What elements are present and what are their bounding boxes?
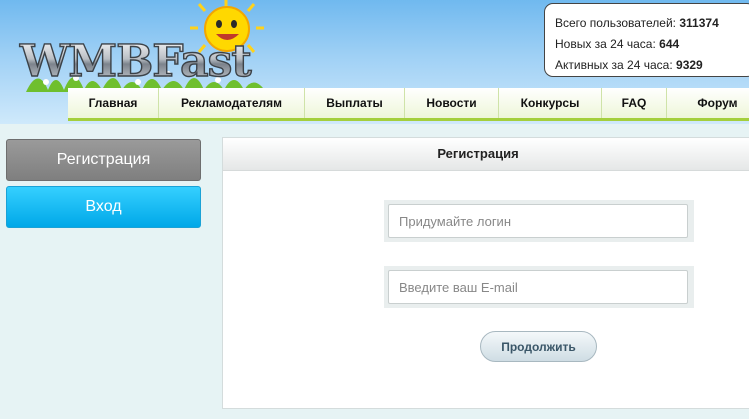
login-input[interactable] <box>388 204 688 238</box>
continue-button[interactable]: Продолжить <box>480 331 597 362</box>
registration-panel: Регистрация Продолжить <box>222 137 749 409</box>
nav-item-contests[interactable]: Конкурсы <box>499 88 602 118</box>
stat-label: Новых за 24 часа: <box>555 37 656 51</box>
sidebar-login-button[interactable]: Вход <box>6 186 201 228</box>
site-header: WMBFast Всего пользователей: 311374 Новы… <box>0 0 749 124</box>
logo-text: WMBFast <box>19 36 252 87</box>
email-input[interactable] <box>388 270 688 304</box>
nav-item-news[interactable]: Новости <box>405 88 499 118</box>
stat-label: Всего пользователей: <box>555 16 677 30</box>
stat-value: 9329 <box>676 58 703 72</box>
stat-value: 644 <box>659 37 680 51</box>
stat-new-users: Новых за 24 часа: 644 <box>555 34 749 55</box>
main-nav: Главная Рекламодателям Выплаты Новости К… <box>68 88 749 121</box>
sidebar: Регистрация Вход <box>6 139 201 233</box>
nav-item-forum[interactable]: Форум <box>667 88 749 118</box>
stat-label: Активных за 24 часа: <box>555 58 673 72</box>
nav-item-payouts[interactable]: Выплаты <box>305 88 405 118</box>
nav-item-advertisers[interactable]: Рекламодателям <box>159 88 305 118</box>
stat-total-users: Всего пользователей: 311374 <box>555 13 749 34</box>
logo-graphic: WMBFast <box>18 0 266 92</box>
sidebar-register-button[interactable]: Регистрация <box>6 139 201 181</box>
email-field-wrapper <box>384 266 694 308</box>
user-stats-box: Всего пользователей: 311374 Новых за 24 … <box>544 3 749 77</box>
site-logo[interactable]: WMBFast <box>18 0 278 100</box>
nav-item-home[interactable]: Главная <box>68 88 159 118</box>
panel-title: Регистрация <box>223 138 749 171</box>
stat-value: 311374 <box>679 16 719 30</box>
stat-active-users: Активных за 24 часа: 9329 <box>555 55 749 76</box>
nav-item-faq[interactable]: FAQ <box>602 88 667 118</box>
login-field-wrapper <box>384 200 694 242</box>
